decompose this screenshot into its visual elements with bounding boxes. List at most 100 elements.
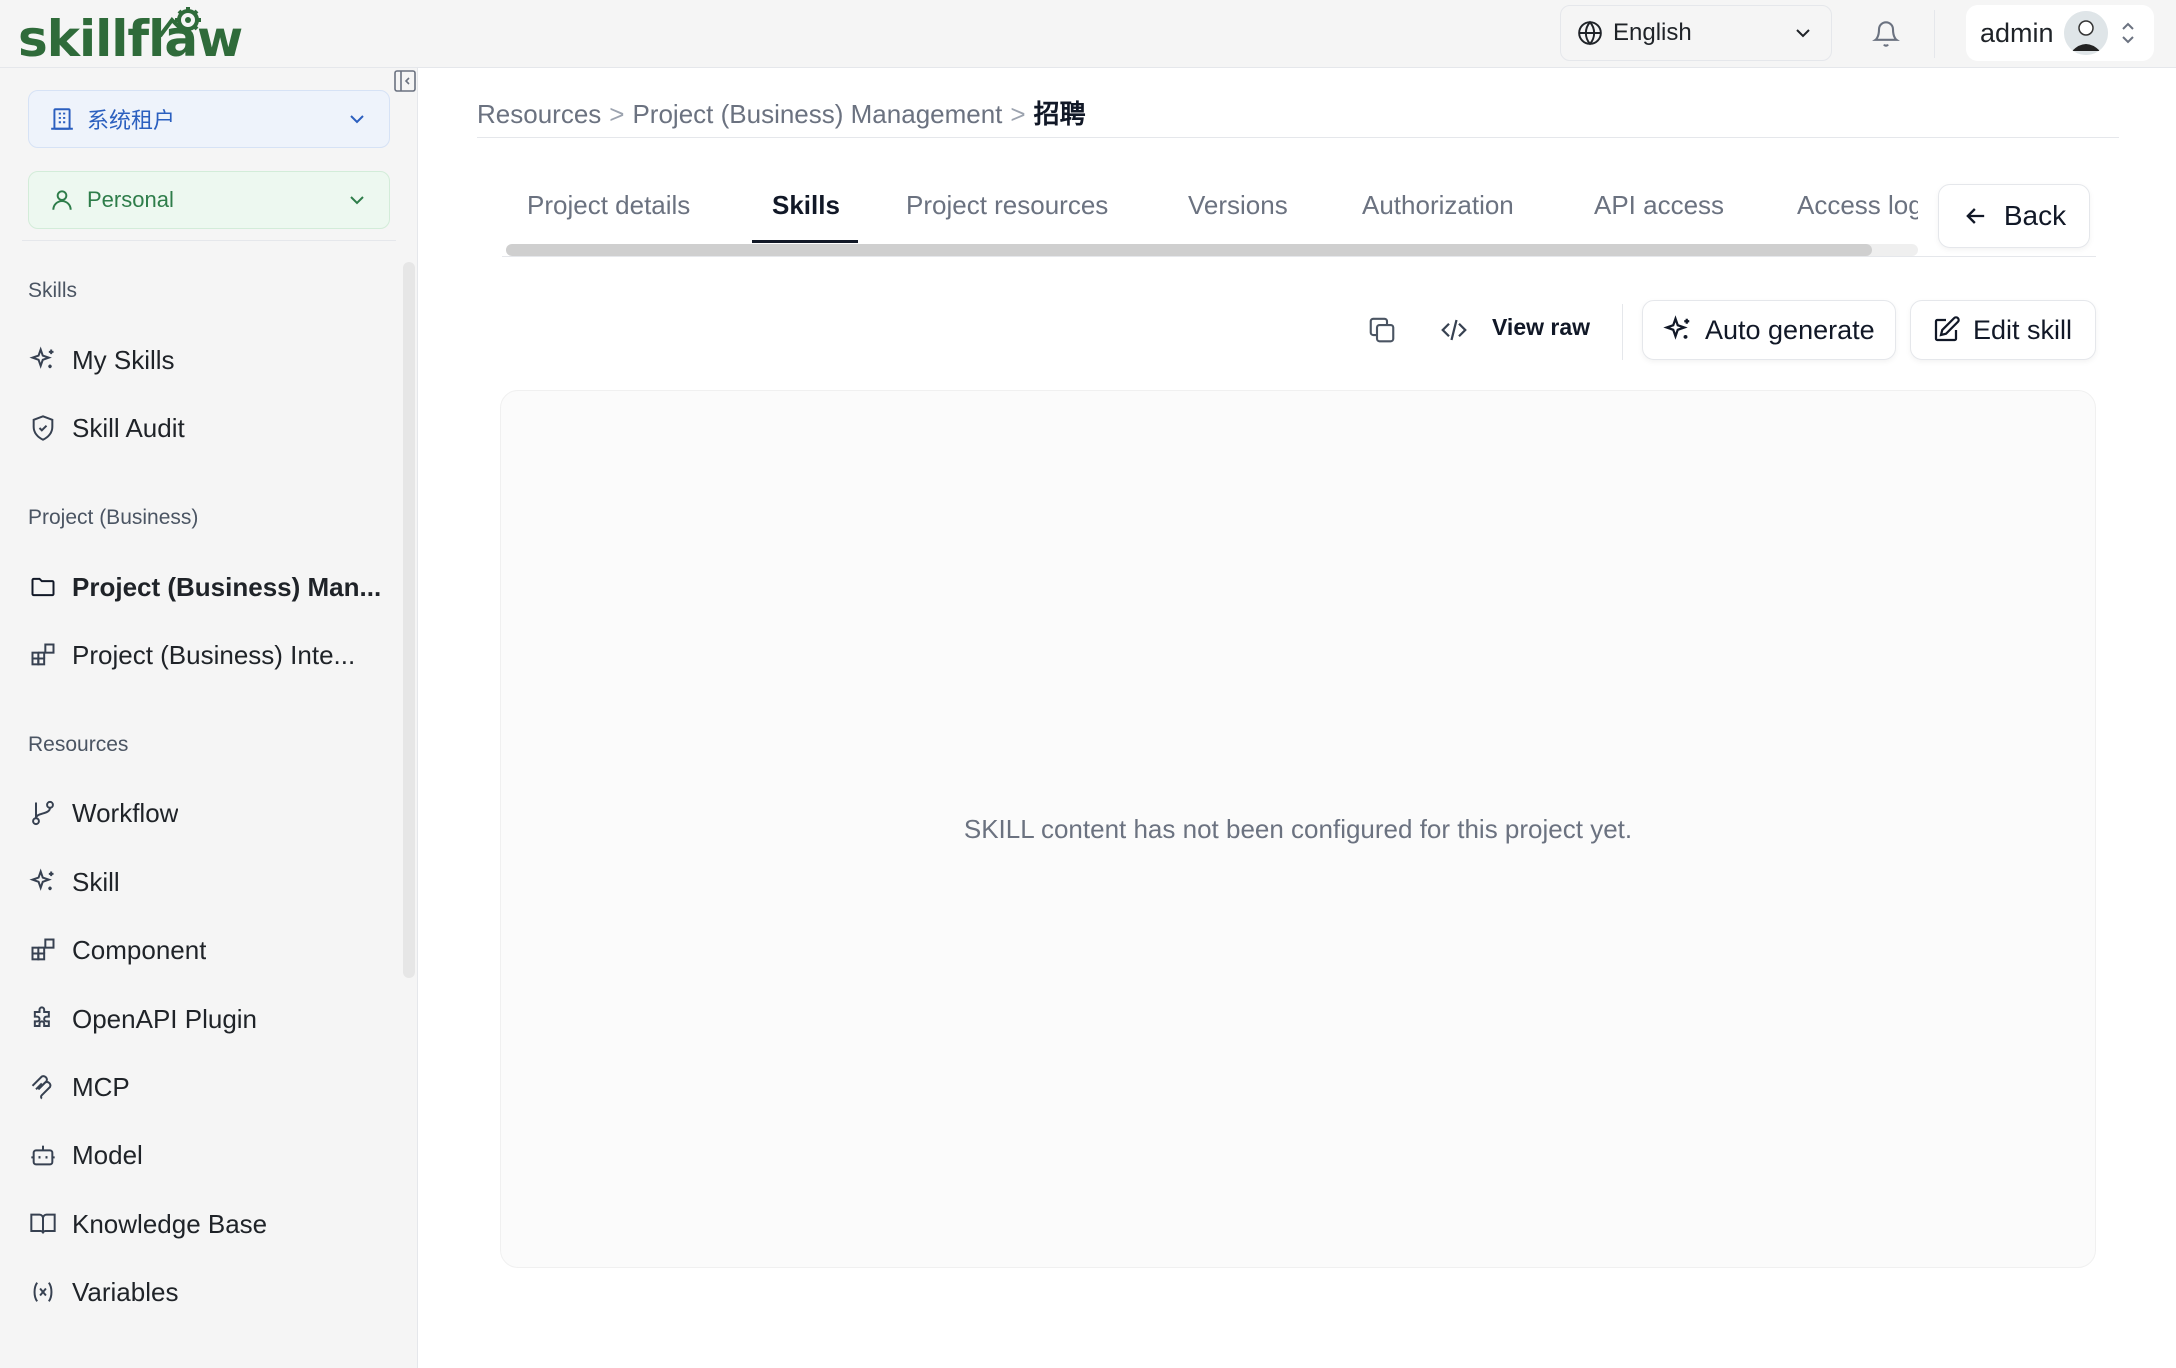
breadcrumb-current: 招聘: [1033, 99, 1086, 129]
collapse-sidebar-button[interactable]: [392, 68, 418, 94]
tab-versions[interactable]: Versions: [1188, 190, 1288, 221]
section-title-resources: Resources: [28, 733, 129, 756]
avatar-illustration-icon: [2063, 11, 2108, 55]
sidebar-item-component[interactable]: Component: [28, 922, 390, 978]
breadcrumb: Resources > Project (Business) Managemen…: [477, 94, 1086, 131]
variable-icon: [28, 1277, 58, 1307]
space-label: Personal: [87, 187, 174, 212]
sidebar-item-knowledge-base[interactable]: Knowledge Base: [28, 1196, 390, 1252]
auto-generate-label: Auto generate: [1705, 314, 1875, 345]
copy-icon: [1369, 317, 1395, 343]
sidebar-divider: [22, 240, 396, 241]
book-open-icon: [28, 1209, 58, 1239]
sidebar-item-model[interactable]: Model: [28, 1127, 390, 1183]
back-label: Back: [2003, 200, 2067, 231]
chevron-down-icon: [1796, 29, 1810, 38]
avatar: [2063, 11, 2108, 55]
view-raw-button[interactable]: View raw: [1492, 314, 1590, 341]
skill-content-panel: SKILL content has not been configured fo…: [500, 390, 2096, 1268]
tab-project-details[interactable]: Project details: [527, 190, 690, 221]
arrow-left-icon: [1966, 208, 1985, 224]
shield-check-icon: [28, 413, 58, 443]
copy-button[interactable]: [1362, 310, 1402, 350]
building-icon: [51, 108, 73, 130]
sidebar-item-label: Project (Business) Man...: [72, 571, 382, 602]
section-title-project: Project (Business): [28, 506, 199, 529]
notifications-button[interactable]: [1866, 14, 1906, 54]
chevron-down-icon: [350, 196, 364, 205]
topbar-divider: [1934, 10, 1935, 58]
sidebar-item-project-management[interactable]: Project (Business) Man...: [28, 559, 390, 615]
globe-icon: [1578, 20, 1602, 46]
edit-skill-button[interactable]: Edit skill: [1910, 300, 2096, 360]
tabs-divider: [502, 256, 2096, 257]
breadcrumb-divider: [477, 137, 2119, 138]
blocks-icon: [28, 935, 58, 965]
sidebar-item-openapi-plugin[interactable]: OpenAPI Plugin: [28, 991, 390, 1047]
sidebar-item-label: Workflow: [72, 797, 179, 828]
code-icon: [1441, 319, 1467, 341]
sidebar-item-label: Variables: [72, 1276, 179, 1307]
auto-generate-button[interactable]: Auto generate: [1642, 300, 1896, 360]
empty-state-message: SKILL content has not been configured fo…: [963, 813, 1633, 844]
tab-access-log[interactable]: Access log: [1797, 190, 1918, 221]
chevron-down-icon: [350, 115, 364, 124]
sidebar-item-label: Component: [72, 934, 207, 965]
space-selector[interactable]: Personal: [28, 171, 390, 229]
blocks-icon: [28, 640, 58, 670]
sidebar-item-workflow[interactable]: Workflow: [28, 785, 390, 841]
sparkles-icon: [1663, 315, 1690, 340]
sidebar-item-my-skills[interactable]: My Skills: [28, 332, 390, 388]
section-title-skills: Skills: [28, 279, 78, 302]
tab-bar: Project details Skills Project resources…: [502, 178, 1918, 248]
mcp-icon: [28, 1072, 58, 1102]
user-name: admin: [1980, 17, 2054, 48]
sidebar-item-label: My Skills: [72, 344, 175, 375]
language-select[interactable]: English: [1560, 5, 1832, 61]
puzzle-icon: [28, 1004, 58, 1034]
tabs-scrollbar[interactable]: [506, 244, 1918, 256]
breadcrumb-separator: >: [609, 99, 625, 129]
folder-icon: [28, 572, 58, 602]
code-icon-button[interactable]: [1434, 310, 1474, 350]
tabs-scrollbar-thumb[interactable]: [506, 244, 1872, 256]
sidebar-item-label: Skill: [72, 866, 120, 897]
language-label: English: [1613, 19, 1692, 46]
user-menu[interactable]: admin: [1966, 5, 2154, 61]
sidebar-item-label: Project (Business) Inte...: [72, 639, 356, 670]
sidebar-item-label: MCP: [72, 1071, 130, 1102]
bot-icon: [28, 1140, 58, 1170]
sparkles-icon: [28, 867, 58, 897]
tab-skills[interactable]: Skills: [772, 190, 840, 221]
panel-collapse-icon: [394, 70, 416, 92]
user-icon: [52, 190, 72, 210]
breadcrumb-link-project-management[interactable]: Project (Business) Management: [632, 99, 1002, 130]
top-bar: skillflaw English admin: [0, 0, 2176, 68]
sidebar-item-label: Knowledge Base: [72, 1208, 268, 1239]
sidebar-item-skill[interactable]: Skill: [28, 854, 390, 910]
sidebar-scrollbar[interactable]: [403, 262, 415, 978]
breadcrumb-link-resources[interactable]: Resources: [477, 99, 601, 130]
bell-icon: [1872, 21, 1900, 47]
toolbar-divider: [1622, 304, 1623, 360]
edit-skill-label: Edit skill: [1973, 314, 2073, 345]
chevron-up-down-icon: [2121, 22, 2134, 44]
sidebar-item-label: Skill Audit: [72, 412, 185, 443]
breadcrumb-separator: >: [1010, 99, 1026, 129]
sidebar-item-variables[interactable]: Variables: [28, 1264, 390, 1320]
tenant-label: 系统租户: [87, 108, 176, 133]
gear-icon: [158, 7, 201, 38]
edit-icon: [1934, 316, 1960, 342]
logo-text: skillflaw: [18, 10, 243, 68]
tab-api-access[interactable]: API access: [1594, 190, 1724, 221]
back-button[interactable]: Back: [1938, 184, 2090, 248]
tab-authorization[interactable]: Authorization: [1362, 190, 1514, 221]
app-logo[interactable]: skillflaw: [18, 4, 243, 68]
sidebar-item-label: Model: [72, 1139, 143, 1170]
tab-project-resources[interactable]: Project resources: [906, 190, 1108, 221]
sidebar-item-project-integration[interactable]: Project (Business) Inte...: [28, 627, 390, 683]
sidebar-item-mcp[interactable]: MCP: [28, 1059, 390, 1115]
active-tab-indicator: [752, 240, 858, 243]
sidebar-item-skill-audit[interactable]: Skill Audit: [28, 400, 390, 456]
tenant-selector[interactable]: 系统租户: [28, 90, 390, 148]
